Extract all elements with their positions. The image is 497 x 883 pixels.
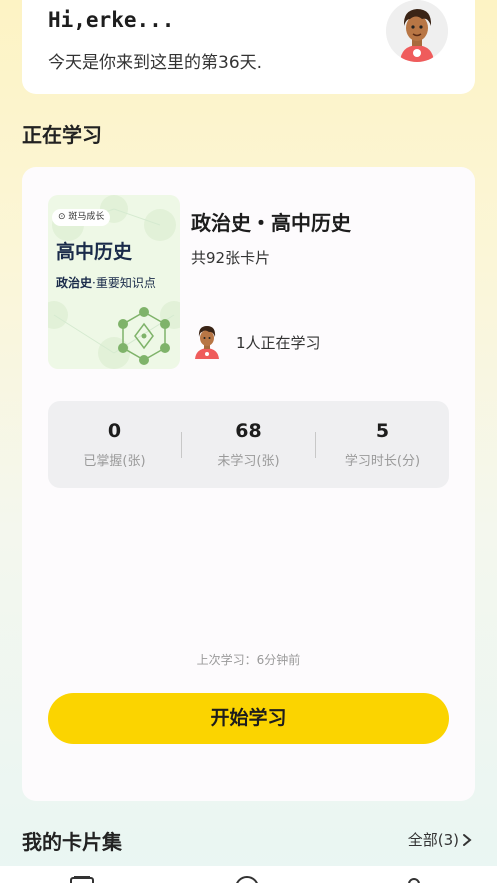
greeting-subtitle: 今天是你来到这里的第36天. <box>48 53 263 73</box>
cover-subtitle-bold: 政治史 <box>56 276 93 290</box>
stat-value: 5 <box>375 420 390 442</box>
stat-label: 已掌握(张) <box>83 454 146 469</box>
view-all-collections-link[interactable]: 全部(3) <box>408 829 473 850</box>
last-study-time: 上次学习：6分钟前 <box>196 653 301 667</box>
stat-mastered: 0 已掌握(张) <box>48 420 181 469</box>
chevron-right-icon <box>463 833 472 846</box>
greeting-title: Hi,erke... <box>48 8 175 32</box>
card-count: 共92张卡片 <box>191 249 271 267</box>
cover-title: 高中历史 <box>56 241 133 263</box>
cover-badge: ⊙ 斑马成长 <box>52 209 111 226</box>
start-study-button[interactable]: 开始学习 <box>48 693 449 744</box>
stat-value: 68 <box>235 420 262 442</box>
badge-logo-icon: ⊙ <box>58 212 66 222</box>
book-cover[interactable]: ⊙ 斑马成长 高中历史 政治史·重要知识点 <box>48 195 180 369</box>
study-stats: 0 已掌握(张) 68 未学习(张) 5 学习时长(分) <box>48 401 449 488</box>
book-title: 政治史・高中历史 <box>191 211 351 235</box>
current-study-card: ⊙ 斑马成长 高中历史 政治史·重要知识点 政治史・高中历史 共92张卡片 1人… <box>22 167 475 801</box>
learners-count: 1人正在学习 <box>236 334 321 352</box>
cover-subtitle: 政治史·重要知识点 <box>56 274 156 291</box>
stat-label: 学习时长(分) <box>344 454 421 469</box>
stat-unlearned: 68 未学习(张) <box>182 420 315 469</box>
user-avatar[interactable] <box>386 0 448 62</box>
stat-value: 0 <box>107 420 122 442</box>
cards-tab-icon[interactable] <box>70 876 96 883</box>
stat-label: 未学习(张) <box>217 454 280 469</box>
stat-study-time: 5 学习时长(分) <box>316 420 449 469</box>
collections-section-title: 我的卡片集 <box>22 830 122 854</box>
view-all-label: 全部(3) <box>407 831 459 849</box>
profile-tab-icon[interactable] <box>404 876 424 883</box>
explore-tab-icon[interactable] <box>234 876 260 883</box>
cover-badge-label: 斑马成长 <box>68 212 105 222</box>
learner-avatar <box>192 323 222 359</box>
greeting-card: Hi,erke... 今天是你来到这里的第36天. <box>22 0 475 94</box>
cover-subtitle-rest: ·重要知识点 <box>92 276 156 290</box>
current-section-title: 正在学习 <box>22 123 102 147</box>
bottom-tab-bar <box>0 866 497 883</box>
